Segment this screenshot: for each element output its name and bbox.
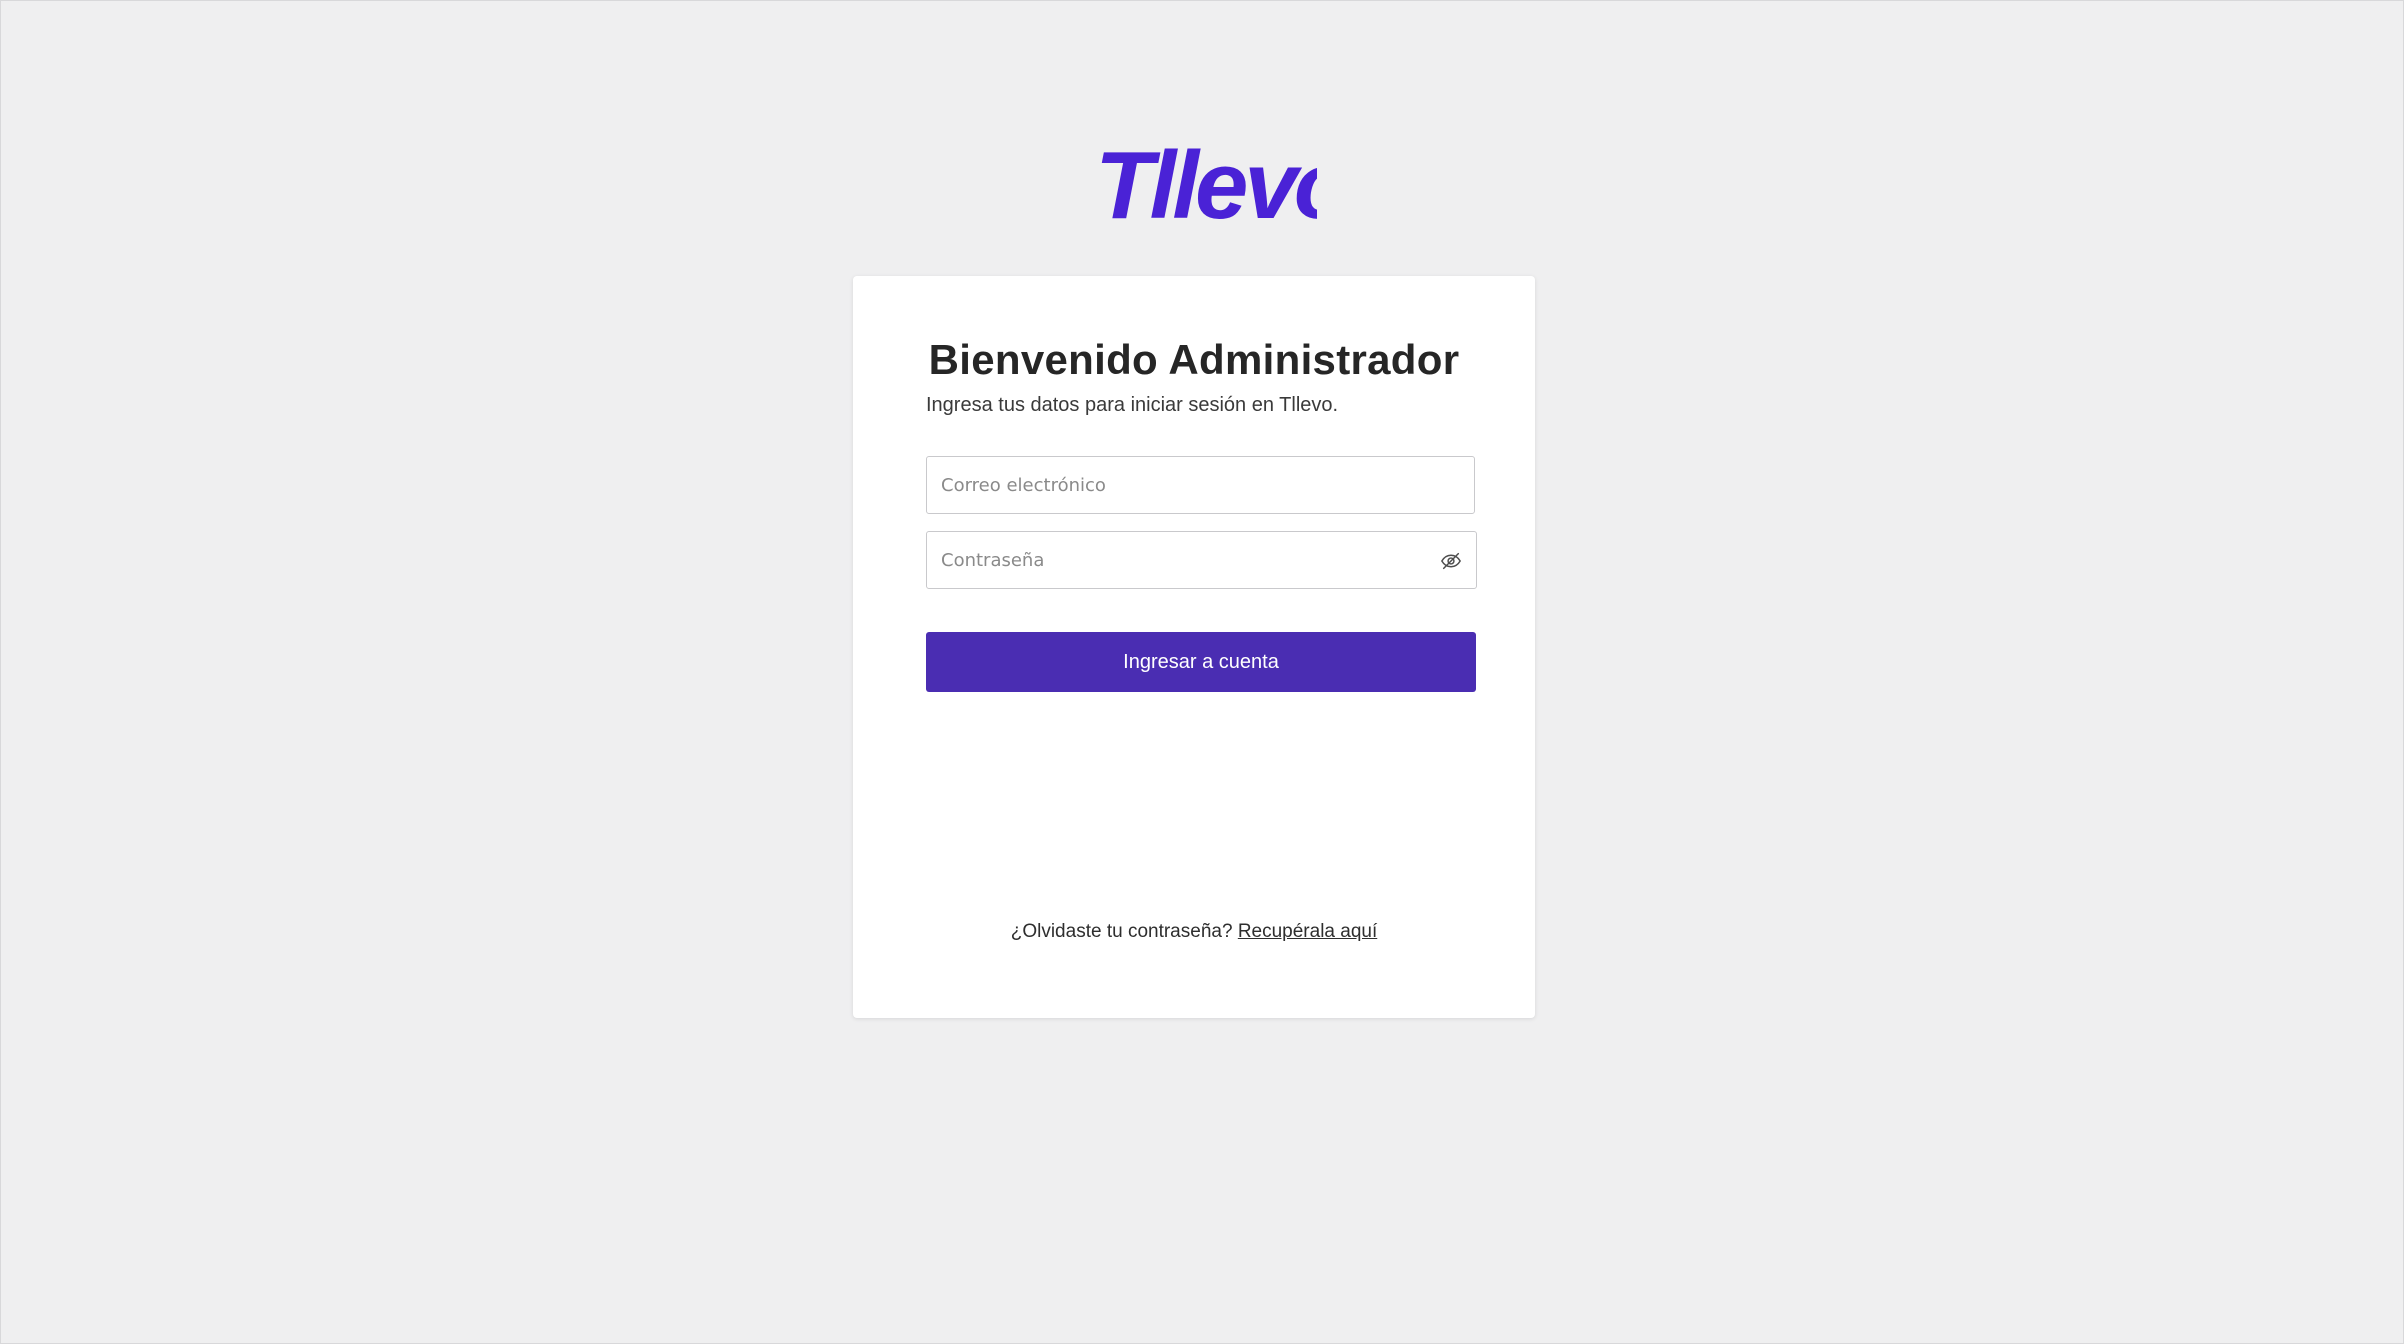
forgot-password-row: ¿Olvidaste tu contraseña? Recupérala aqu… — [853, 921, 1535, 943]
password-input[interactable] — [927, 532, 1476, 588]
recover-password-link[interactable]: Recupérala aquí — [1238, 921, 1377, 942]
tllevo-logo: Tllevo — [1093, 130, 1317, 230]
eye-slash-icon[interactable] — [1440, 550, 1462, 572]
svg-text:Tllevo: Tllevo — [1095, 132, 1317, 230]
email-field[interactable] — [926, 456, 1475, 514]
password-field[interactable] — [926, 531, 1477, 589]
login-button[interactable]: Ingresar a cuenta — [926, 632, 1476, 692]
forgot-password-text: ¿Olvidaste tu contraseña? — [1010, 921, 1238, 942]
email-input[interactable] — [927, 457, 1474, 513]
